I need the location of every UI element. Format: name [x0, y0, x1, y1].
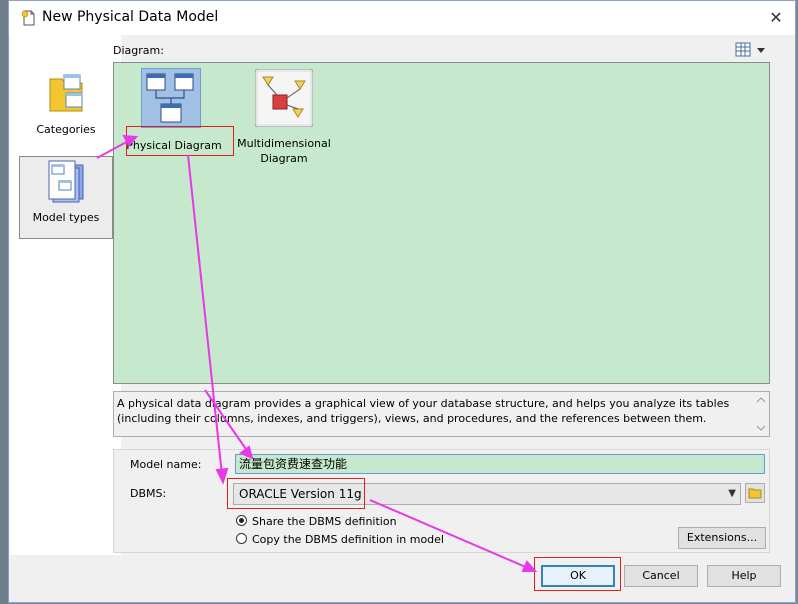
- title-bar: New Physical Data Model ✕: [9, 1, 795, 35]
- browse-dbms-button[interactable]: [745, 483, 765, 503]
- category-model-types[interactable]: Model types: [19, 156, 113, 239]
- category-label: Categories: [36, 123, 96, 136]
- close-button[interactable]: ✕: [765, 7, 787, 29]
- new-document-icon: [21, 10, 35, 26]
- highlight-physical-diagram: [126, 126, 234, 156]
- diagram-label: Diagram:: [113, 44, 164, 57]
- model-name-input[interactable]: 流量包资费速查功能: [235, 454, 765, 474]
- list-view-toggle-icon[interactable]: [735, 42, 767, 58]
- radio-dot: [236, 515, 247, 526]
- description-text: A physical data diagram provides a graph…: [117, 397, 730, 425]
- multidimensional-diagram-icon: [255, 69, 313, 127]
- highlight-ok: [534, 557, 621, 591]
- folder-forms-icon: [49, 74, 83, 112]
- help-button[interactable]: Help: [707, 565, 781, 587]
- category-panel: Categories Model types: [10, 35, 121, 555]
- chevron-down-icon: ▼: [728, 488, 736, 499]
- diagram-item-label: Multidimensional Diagram: [237, 137, 331, 165]
- physical-diagram-icon: [141, 68, 201, 128]
- radio-label: Share the DBMS definition: [252, 515, 397, 528]
- model-types-icon: [48, 160, 84, 203]
- dbms-label: DBMS:: [130, 487, 167, 500]
- radio-dot: [236, 533, 247, 544]
- category-categories[interactable]: Categories: [19, 69, 113, 151]
- radio-label: Copy the DBMS definition in model: [252, 533, 444, 546]
- category-label: Model types: [32, 211, 100, 224]
- highlight-dbms: [227, 478, 365, 509]
- diagram-description: A physical data diagram provides a graph…: [113, 391, 770, 437]
- description-scrollbar-icon[interactable]: [755, 395, 767, 433]
- window-title: New Physical Data Model: [42, 9, 219, 25]
- background-window-strip: [0, 0, 8, 604]
- diagram-item-multidimensional[interactable]: Multidimensional Diagram: [234, 63, 334, 165]
- folder-icon: [748, 488, 762, 499]
- cancel-button[interactable]: Cancel: [624, 565, 698, 587]
- model-name-label: Model name:: [130, 458, 202, 471]
- extensions-button[interactable]: Extensions...: [678, 527, 766, 549]
- diagram-type-list: Physical Diagram Multidimensional Diagra…: [113, 62, 770, 384]
